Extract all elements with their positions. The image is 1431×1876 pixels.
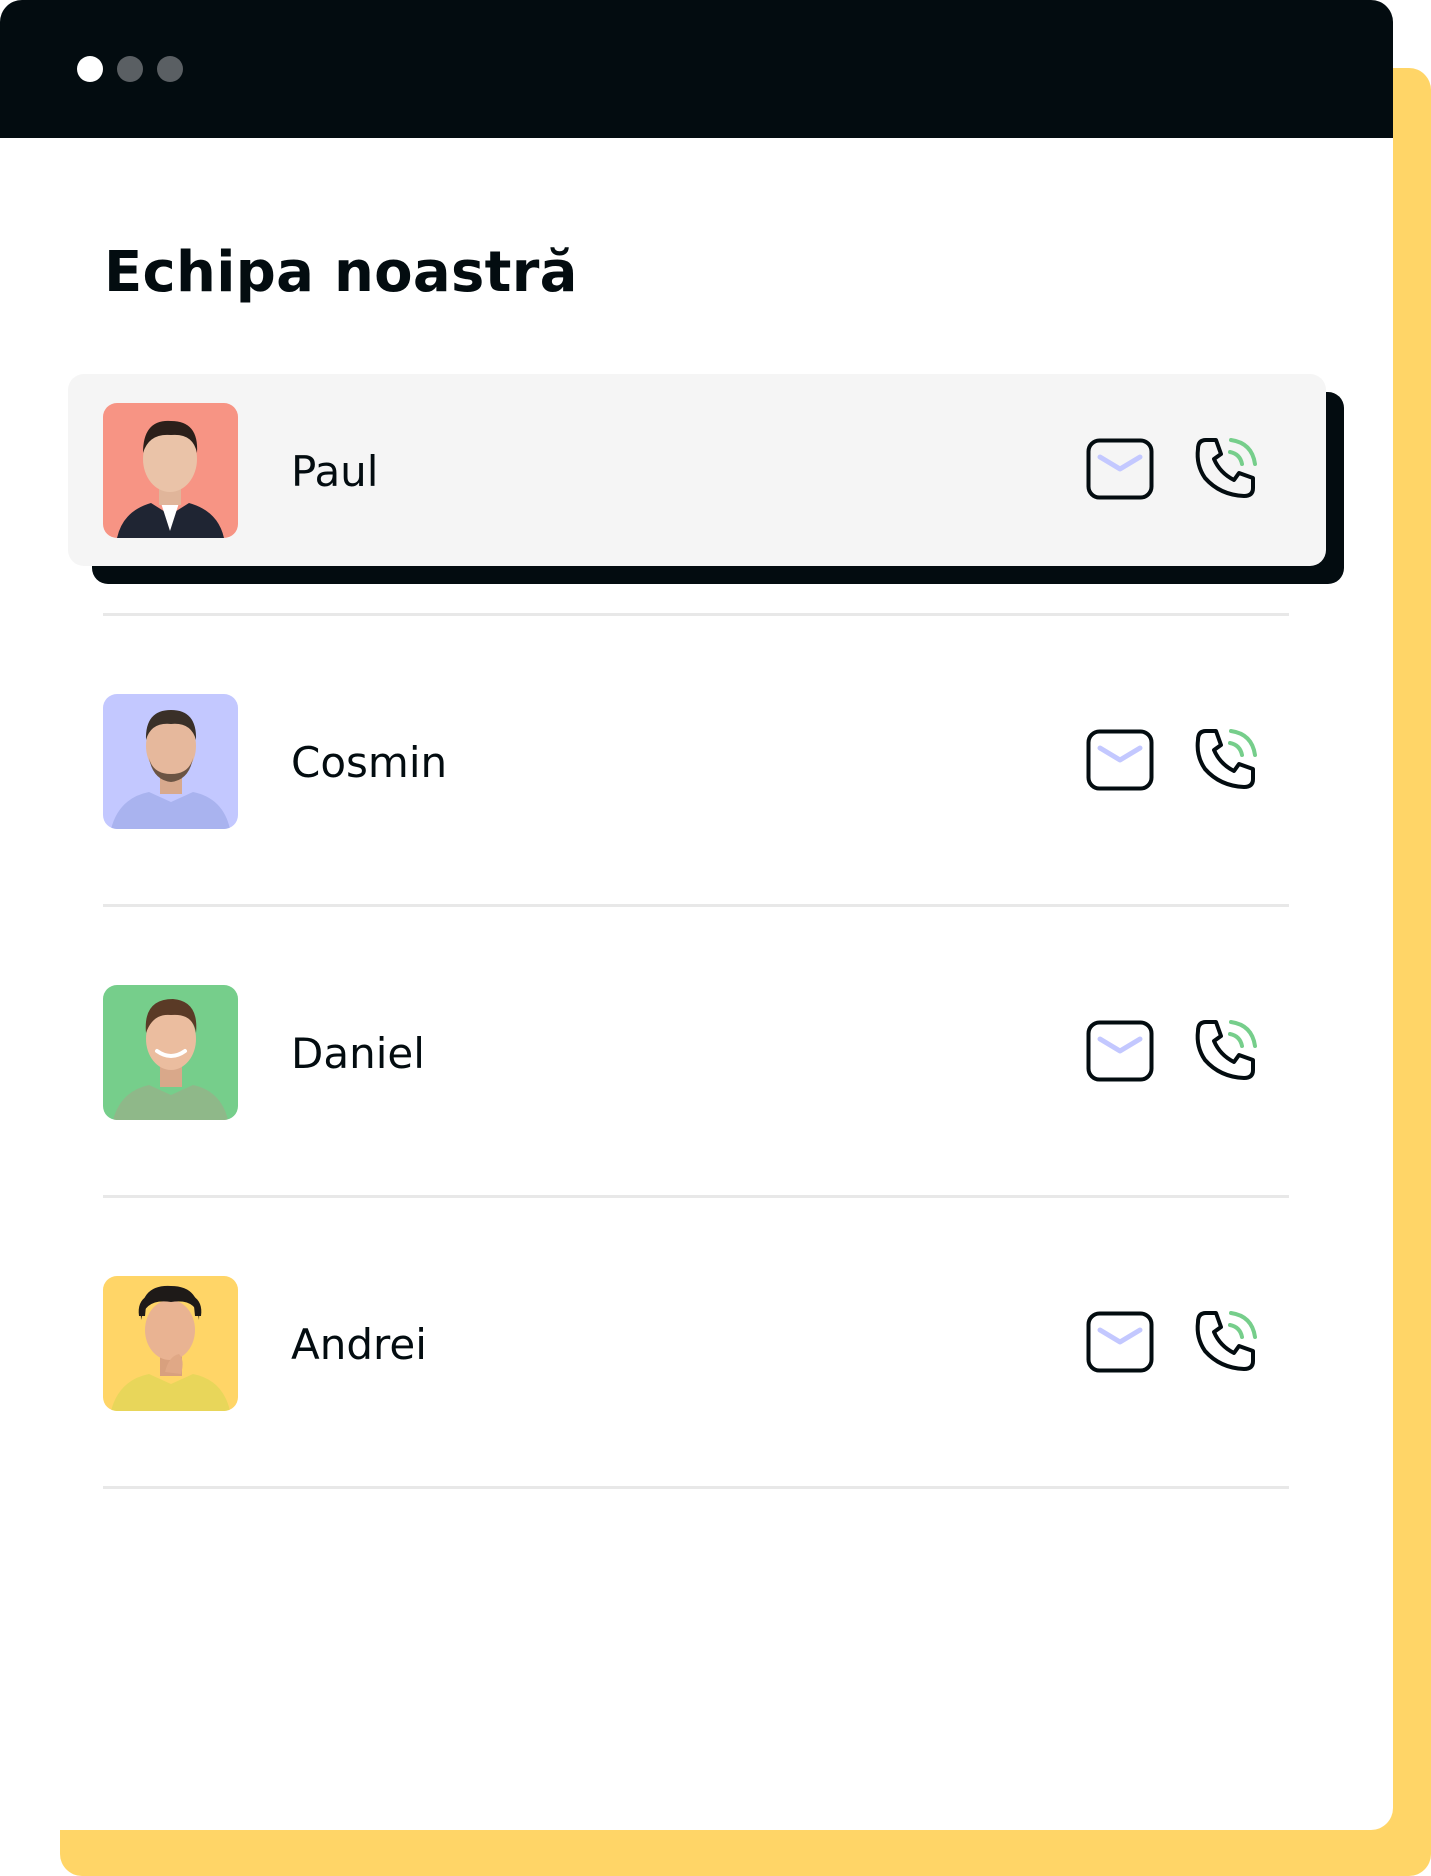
email-button[interactable] (1086, 1020, 1154, 1082)
team-member-cosmin[interactable]: Cosmin (103, 694, 1289, 829)
member-name: Paul (291, 447, 379, 496)
avatar (103, 694, 238, 829)
email-button[interactable] (1086, 1311, 1154, 1373)
minimize-dot[interactable] (117, 56, 143, 82)
person-avatar-icon (113, 999, 228, 1120)
phone-icon (1195, 1311, 1257, 1371)
app-window: Echipa noastră Paul Cosmin Daniel Andrei (0, 0, 1393, 1830)
maximize-dot[interactable] (157, 56, 183, 82)
email-button[interactable] (1086, 438, 1154, 500)
call-button[interactable] (1192, 725, 1260, 793)
avatar (103, 403, 238, 538)
call-button[interactable] (1192, 1307, 1260, 1375)
row-divider (103, 904, 1289, 907)
call-button[interactable] (1192, 1016, 1260, 1084)
row-divider (103, 1195, 1289, 1198)
row-divider (103, 613, 1289, 616)
mail-icon (1086, 1020, 1154, 1082)
member-name: Andrei (291, 1320, 427, 1369)
person-avatar-icon (111, 1285, 230, 1411)
mail-icon (1086, 438, 1154, 500)
team-member-andrei[interactable]: Andrei (103, 1276, 1289, 1411)
person-avatar-icon (117, 420, 224, 538)
window-titlebar (0, 0, 1393, 138)
avatar (103, 1276, 238, 1411)
mail-icon (1086, 1311, 1154, 1373)
member-name: Cosmin (291, 738, 448, 787)
phone-icon (1195, 1020, 1257, 1080)
avatar (103, 985, 238, 1120)
person-avatar-icon (111, 710, 230, 829)
close-dot[interactable] (77, 56, 103, 82)
call-button[interactable] (1192, 434, 1260, 502)
team-member-paul[interactable]: Paul (103, 403, 1289, 538)
email-button[interactable] (1086, 729, 1154, 791)
mail-icon (1086, 729, 1154, 791)
page-title: Echipa noastră (104, 240, 578, 305)
phone-icon (1195, 438, 1257, 498)
row-divider (103, 1486, 1289, 1489)
phone-icon (1195, 729, 1257, 789)
team-member-daniel[interactable]: Daniel (103, 985, 1289, 1120)
member-name: Daniel (291, 1029, 425, 1078)
